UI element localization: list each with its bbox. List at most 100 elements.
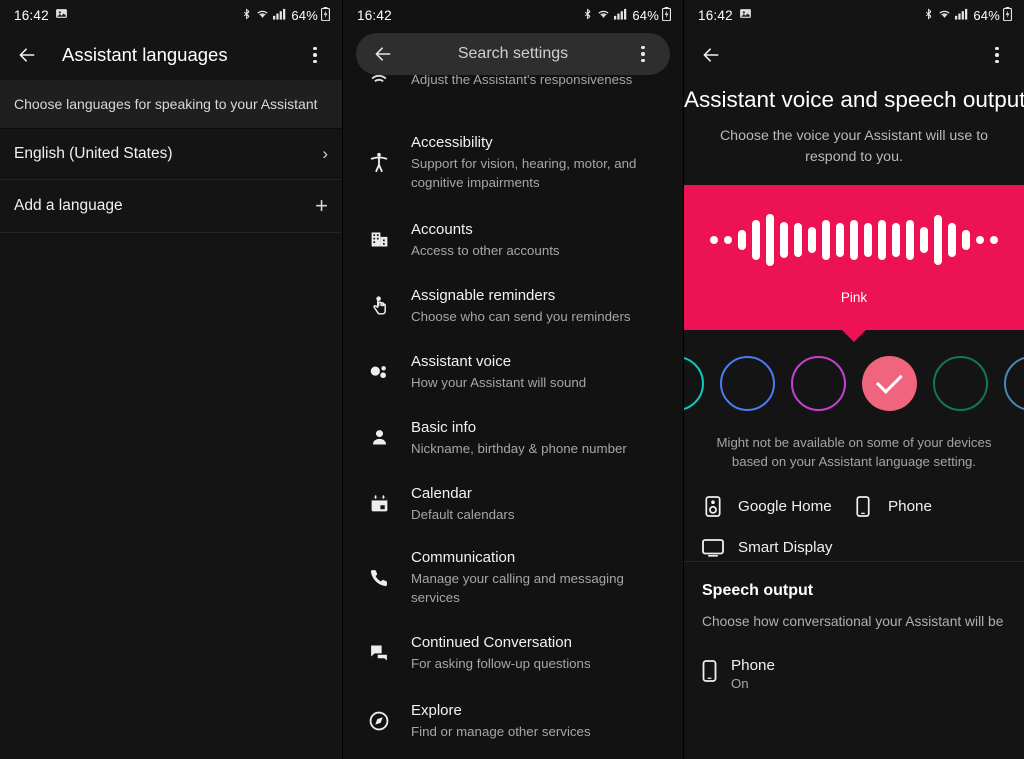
chevron-right-icon: › xyxy=(322,144,328,163)
voice-color-swatches[interactable] xyxy=(684,356,1024,412)
speech-output-device: Phone xyxy=(731,656,775,674)
page-subtitle: Choose the voice your Assistant will use… xyxy=(719,128,989,165)
bluetooth-icon xyxy=(582,7,593,24)
list-item-calendar[interactable]: Calendar Default calendars xyxy=(343,475,683,533)
list-item-title: Accounts xyxy=(411,220,473,238)
panel-assistant-voice: 16:42 64% Assistant voice and speech out… xyxy=(683,0,1024,759)
voice-swatch-pink[interactable] xyxy=(862,356,917,412)
voice-swatch-magenta[interactable] xyxy=(791,356,846,412)
battery-icon xyxy=(320,6,331,24)
list-item-explore[interactable]: Explore Find or manage other services xyxy=(343,692,683,750)
voice-swatch-blue[interactable] xyxy=(720,356,775,412)
waveform-bar xyxy=(766,214,774,267)
panel-settings-search: 16:42 64% Search settings Adjust the Ass… xyxy=(342,0,683,759)
waveform-bar xyxy=(906,220,914,261)
panel-assistant-languages: 16:42 64% Assistant languages Choose lan… xyxy=(0,0,342,759)
list-item-accessibility[interactable]: Accessibility Support for vision, hearin… xyxy=(343,126,683,199)
wifi-icon xyxy=(596,7,611,23)
accounts-building-icon xyxy=(359,229,399,250)
device-phone: Phone xyxy=(852,495,932,517)
list-item-title: Basic info xyxy=(411,418,477,436)
list-item-label: Add a language xyxy=(14,197,123,214)
list-item-communication[interactable]: Communication Manage your calling and me… xyxy=(343,541,683,614)
phone-call-icon xyxy=(359,567,399,588)
list-item-subtitle: Nickname, birthday & phone number xyxy=(411,440,627,456)
page-title: Assistant voice and speech output xyxy=(684,87,1024,112)
bluetooth-icon xyxy=(923,7,934,24)
status-bar-left: 16:42 64% xyxy=(0,0,342,30)
plus-icon: + xyxy=(315,193,328,218)
calendar-icon xyxy=(359,493,399,514)
waveform-bar xyxy=(976,236,984,245)
list-item-title: Calendar xyxy=(411,484,472,502)
status-time: 16:42 xyxy=(14,7,49,23)
battery-percent: 64% xyxy=(291,7,318,23)
list-item-assistant-voice[interactable]: Assistant voice How your Assistant will … xyxy=(343,343,683,401)
waveform-bar xyxy=(808,227,816,254)
waveform-bar xyxy=(962,230,970,251)
list-item-subtitle: Find or manage other services xyxy=(411,723,591,739)
person-icon xyxy=(359,427,399,448)
assistant-voice-dots-icon xyxy=(359,361,399,383)
speech-output-row-phone[interactable]: Phone On xyxy=(684,629,1024,691)
device-label: Smart Display xyxy=(738,539,833,557)
list-item-label: English (United States) xyxy=(14,145,173,162)
waveform-bar xyxy=(892,223,900,258)
voice-preview-card[interactable]: Pink xyxy=(684,185,1024,343)
accessibility-icon xyxy=(359,150,399,174)
wifi-icon xyxy=(937,7,952,23)
assignable-reminders-hand-icon xyxy=(359,294,399,317)
screenshot-icon xyxy=(739,7,752,23)
list-item-subtitle: Default calendars xyxy=(411,506,515,522)
speech-output-title: Speech output xyxy=(702,581,814,599)
smart-display-icon xyxy=(702,538,724,557)
back-arrow-icon[interactable] xyxy=(698,42,724,68)
list-item-assignable-reminders[interactable]: Assignable reminders Choose who can send… xyxy=(343,277,683,335)
voice-swatch-steel-blue[interactable] xyxy=(1004,356,1024,412)
voice-name-label: Pink xyxy=(840,290,868,306)
screenshot-icon xyxy=(55,7,68,23)
voice-swatch-cyan[interactable] xyxy=(684,356,704,412)
waveform-bar xyxy=(738,230,746,251)
check-icon xyxy=(875,366,903,394)
list-item-subtitle: How your Assistant will sound xyxy=(411,374,587,390)
list-item-subtitle: Manage your calling and messaging servic… xyxy=(411,571,624,605)
compass-explore-icon xyxy=(359,710,399,732)
device-label: Phone xyxy=(888,497,932,515)
settings-list[interactable]: Adjust the Assistant's responsiveness Ac… xyxy=(343,72,683,759)
selection-caret-icon xyxy=(842,330,866,343)
voice-swatch-green[interactable] xyxy=(933,356,988,412)
waveform-bar xyxy=(864,223,872,258)
more-options-icon[interactable] xyxy=(984,42,1010,68)
app-bar-left: Assistant languages xyxy=(0,30,342,80)
waveform-bar xyxy=(990,236,998,245)
list-item-subtitle: For asking follow-up questions xyxy=(411,655,591,671)
cellular-signal-icon xyxy=(955,8,968,23)
more-options-icon[interactable] xyxy=(302,42,328,68)
list-item-language[interactable]: English (United States) › xyxy=(0,129,342,180)
list-item-title: Explore xyxy=(411,701,462,719)
list-item-title: Assistant voice xyxy=(411,352,512,370)
cellular-signal-icon xyxy=(273,8,286,23)
back-arrow-icon[interactable] xyxy=(370,41,396,67)
list-item-add-language[interactable]: Add a language + xyxy=(0,180,342,233)
search-settings-bar[interactable]: Search settings xyxy=(356,33,670,75)
waveform-bar xyxy=(710,236,718,245)
list-item-title: Assignable reminders xyxy=(411,286,556,304)
device-smart-display: Smart Display xyxy=(702,538,852,557)
list-item-title: Communication xyxy=(411,548,516,566)
list-item-accounts[interactable]: Accounts Access to other accounts xyxy=(343,211,683,269)
more-options-icon[interactable] xyxy=(630,41,656,67)
list-item-continued-conversation[interactable]: Continued Conversation For asking follow… xyxy=(343,624,683,682)
search-input-label[interactable]: Search settings xyxy=(396,45,630,63)
waveform-bar xyxy=(752,220,760,261)
status-bar-mid: 16:42 64% xyxy=(343,0,683,30)
speech-output-description: Choose how conversational your Assistant… xyxy=(702,613,1004,629)
back-arrow-icon[interactable] xyxy=(14,42,40,68)
waveform-bar xyxy=(948,223,956,258)
waveform-bar xyxy=(920,227,928,254)
list-item-basic-info[interactable]: Basic info Nickname, birthday & phone nu… xyxy=(343,409,683,467)
google-home-speaker-icon xyxy=(702,495,724,517)
cellular-signal-icon xyxy=(614,8,627,23)
device-google-home: Google Home xyxy=(702,495,852,517)
